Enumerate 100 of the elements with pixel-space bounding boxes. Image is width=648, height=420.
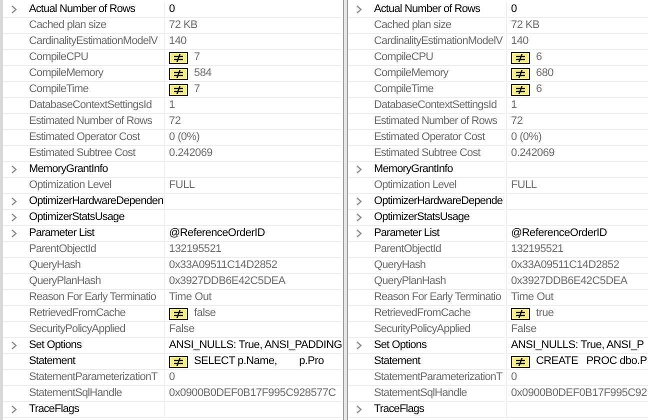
- property-value: 72 KB: [511, 18, 540, 33]
- property-name: CompileCPU: [374, 50, 434, 65]
- chevron-icon[interactable]: [356, 165, 362, 174]
- property-name: Optimization Level: [29, 178, 112, 193]
- property-value: 0x0900B0DEF0B17F995C928577C: [169, 386, 336, 401]
- property-value: 132195521: [169, 242, 222, 257]
- property-value: CREATE PROC dbo.P: [536, 354, 647, 369]
- property-value: Time Out: [169, 290, 212, 305]
- chevron-icon[interactable]: [356, 229, 362, 238]
- property-value: 584: [194, 66, 212, 81]
- chevron-icon[interactable]: [356, 197, 362, 206]
- property-name: Estimated Number of Rows: [374, 114, 498, 129]
- property-name: OptimizerHardwareDepende: [374, 194, 503, 209]
- property-value: 72: [511, 114, 523, 129]
- property-name: RetrievedFromCache: [29, 306, 126, 321]
- property-name: StatementSqlHandle: [29, 386, 122, 401]
- property-name: ParentObjectId: [374, 242, 442, 257]
- property-value: 1: [169, 98, 175, 113]
- property-value: true: [536, 306, 554, 321]
- property-name: Estimated Operator Cost: [29, 130, 140, 145]
- property-value: 0x0900B0DEF0B17F995C92: [511, 386, 647, 401]
- property-name: QueryPlanHash: [29, 274, 101, 289]
- property-value: 7: [194, 50, 200, 65]
- property-name: DatabaseContextSettingsId: [29, 98, 152, 113]
- property-name: QueryHash: [374, 258, 426, 273]
- property-name: DatabaseContextSettingsId: [374, 98, 497, 113]
- property-value: 0: [169, 370, 175, 385]
- chevron-icon[interactable]: [356, 341, 362, 350]
- chevron-icon[interactable]: [11, 341, 17, 350]
- chevron-icon[interactable]: [11, 165, 17, 174]
- property-name: Estimated Subtree Cost: [374, 146, 480, 161]
- property-value: false: [194, 306, 216, 321]
- property-value: 0x33A09511C14D2852: [511, 258, 620, 273]
- property-name: QueryHash: [29, 258, 81, 273]
- property-value: 6: [536, 82, 542, 97]
- property-name: Cached plan size: [29, 18, 106, 33]
- property-value: 140: [169, 34, 186, 49]
- property-name: CompileMemory: [374, 66, 448, 81]
- property-value: 132195521: [511, 242, 564, 257]
- property-name: Reason For Early Terminatio: [374, 290, 502, 305]
- property-name: SecurityPolicyApplied: [29, 322, 126, 337]
- property-value: 72: [169, 114, 181, 129]
- property-value: False: [511, 322, 536, 337]
- property-name: Reason For Early Terminatio: [29, 290, 156, 305]
- property-name: StatementSqlHandle: [374, 386, 467, 401]
- property-value: 140: [511, 34, 528, 49]
- property-name: RetrievedFromCache: [374, 306, 470, 321]
- property-name: MemoryGrantInfo: [374, 162, 453, 177]
- property-value: 0.242069: [169, 146, 212, 161]
- chevron-icon[interactable]: [11, 5, 17, 14]
- property-name: CompileTime: [374, 82, 434, 97]
- property-name: Parameter List: [29, 226, 94, 241]
- property-value: 0x3927DDB6E42C5DEA: [511, 274, 628, 289]
- property-value: FULL: [511, 178, 537, 193]
- property-value: 72 KB: [169, 18, 198, 33]
- chevron-icon[interactable]: [11, 213, 17, 222]
- property-name: TraceFlags: [374, 402, 424, 417]
- property-name: Estimated Subtree Cost: [29, 146, 136, 161]
- property-value: SELECT p.Name, p.Pro: [194, 354, 324, 369]
- property-name: Parameter List: [374, 226, 440, 241]
- property-value: 7: [194, 82, 200, 97]
- property-name: CompileCPU: [29, 50, 88, 65]
- chevron-icon[interactable]: [11, 197, 17, 206]
- property-value: 0 (0%): [169, 130, 200, 145]
- property-name: StatementParameterizationT: [29, 370, 158, 385]
- property-value: @ReferenceOrderID: [169, 226, 265, 241]
- property-name: Statement: [374, 354, 420, 369]
- property-name: ParentObjectId: [29, 242, 96, 257]
- chevron-icon[interactable]: [356, 405, 362, 414]
- property-name: SecurityPolicyApplied: [374, 322, 470, 337]
- property-name: StatementParameterizationT: [374, 370, 502, 385]
- property-name: Set Options: [374, 338, 427, 353]
- chevron-icon[interactable]: [11, 229, 17, 238]
- property-name: Statement: [29, 354, 76, 369]
- property-value: @ReferenceOrderID: [511, 226, 607, 241]
- property-name: Set Options: [29, 338, 82, 353]
- chevron-icon[interactable]: [356, 5, 362, 14]
- chevron-icon[interactable]: [356, 213, 362, 222]
- property-name: QueryPlanHash: [374, 274, 446, 289]
- property-name: OptimizerHardwareDependen: [29, 194, 164, 209]
- property-value: 0.242069: [511, 146, 554, 161]
- property-value: 0x33A09511C14D2852: [169, 258, 278, 273]
- property-name: CompileMemory: [29, 66, 104, 81]
- property-name: Optimization Level: [374, 178, 456, 193]
- property-name: CardinalityEstimationModelV: [374, 34, 502, 49]
- property-value: ANSI_NULLS: True, ANSI_PADDING: [169, 338, 342, 353]
- property-name: CompileTime: [29, 82, 88, 97]
- property-name: TraceFlags: [29, 402, 80, 417]
- property-name: Estimated Number of Rows: [29, 114, 152, 129]
- property-value: 0: [511, 2, 517, 17]
- property-name: Actual Number of Rows: [374, 2, 480, 17]
- property-value: 0: [511, 370, 517, 385]
- property-value: 0: [169, 2, 175, 17]
- property-value: 0 (0%): [511, 130, 542, 145]
- property-name: Actual Number of Rows: [29, 2, 136, 17]
- property-value: 0x3927DDB6E42C5DEA: [169, 274, 286, 289]
- property-value: 6: [536, 50, 542, 65]
- property-value: ANSI_NULLS: True, ANSI_P: [511, 338, 644, 353]
- property-name: MemoryGrantInfo: [29, 162, 108, 177]
- chevron-icon[interactable]: [11, 405, 17, 414]
